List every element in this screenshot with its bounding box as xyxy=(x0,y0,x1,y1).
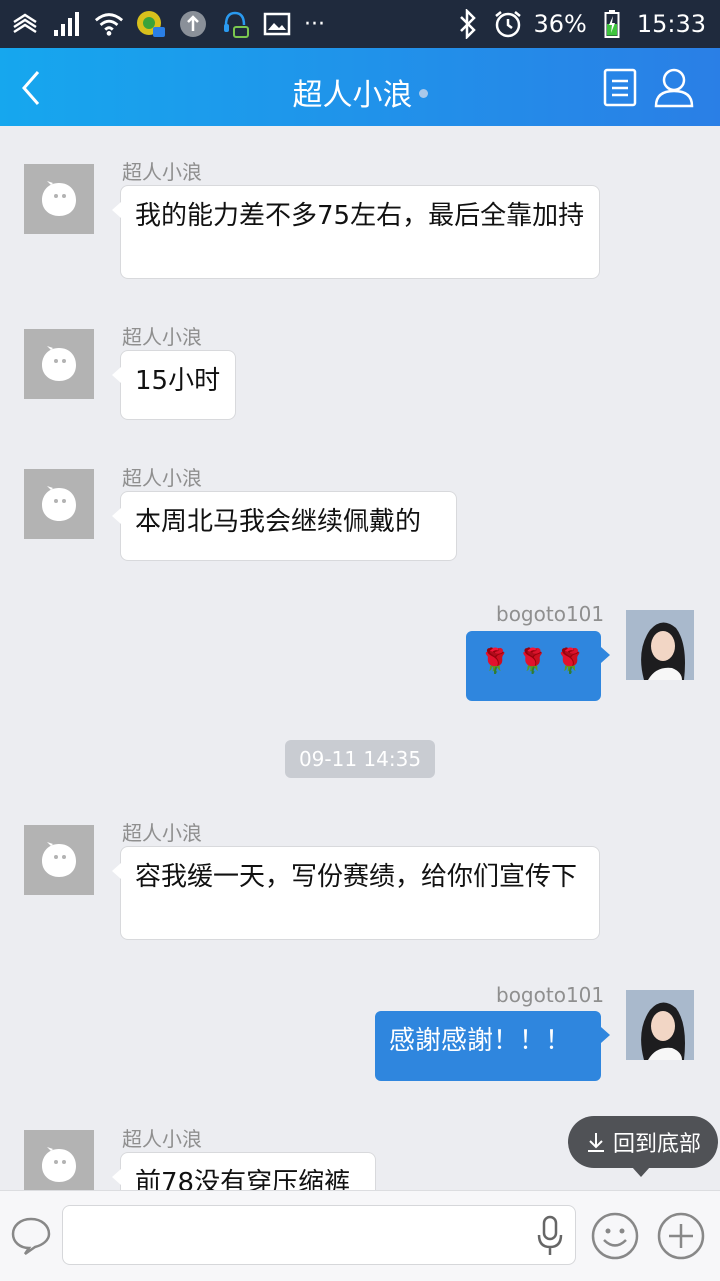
message-bubble[interactable]: 我的能力差不多75左右，最后全靠加持 xyxy=(112,185,600,279)
clock-time: 15:33 xyxy=(636,10,706,38)
timestamp-divider: 09-11 14:35 xyxy=(285,740,435,778)
battery-percent: 36% xyxy=(533,10,587,38)
contact-avatar[interactable] xyxy=(24,329,94,399)
default-avatar-icon xyxy=(42,1147,76,1182)
chat-header: 超人小浪 xyxy=(0,48,720,126)
contact-avatar[interactable] xyxy=(24,825,94,895)
message-bubble[interactable]: 15小时 xyxy=(112,350,236,420)
emoji-button[interactable] xyxy=(590,1211,640,1261)
chat-title-text: 超人小浪 xyxy=(292,78,413,113)
sender-name: 超人小浪 xyxy=(122,466,202,490)
own-avatar[interactable] xyxy=(626,990,694,1060)
sender-name: 超人小浪 xyxy=(122,325,202,349)
more-options-button[interactable] xyxy=(656,1211,706,1261)
sender-name: 超人小浪 xyxy=(122,821,202,845)
upload-icon xyxy=(178,9,208,39)
battery-charging-icon xyxy=(597,9,627,39)
default-avatar-icon xyxy=(42,181,76,216)
own-message-bubble[interactable]: 🌹 🌹 🌹 xyxy=(466,631,610,701)
person-icon xyxy=(654,68,694,108)
chat-info-button[interactable] xyxy=(602,68,640,108)
more-notifications-indicator: ··· xyxy=(304,11,325,37)
default-avatar-icon xyxy=(42,486,76,521)
document-icon xyxy=(603,68,637,107)
contact-profile-button[interactable] xyxy=(652,66,696,110)
sender-name: bogoto101 xyxy=(496,602,605,626)
input-bar xyxy=(0,1190,720,1281)
status-dot xyxy=(418,89,428,98)
sender-name: 超人小浪 xyxy=(122,1127,202,1151)
message-input[interactable] xyxy=(62,1205,576,1265)
profile-photo xyxy=(626,610,694,680)
default-avatar-icon xyxy=(42,346,76,381)
sender-name: 超人小浪 xyxy=(122,160,202,184)
scroll-to-bottom-label: 回到底部 xyxy=(612,1132,701,1157)
microphone-button[interactable] xyxy=(536,1215,564,1257)
speech-bubble-icon xyxy=(11,1217,51,1256)
voice-toggle-button[interactable] xyxy=(8,1213,54,1259)
bluetooth-icon xyxy=(453,9,483,39)
signal-strength-icon xyxy=(52,9,82,39)
contact-avatar[interactable] xyxy=(24,469,94,539)
message-bubble[interactable]: 本周北马我会继续佩戴的 xyxy=(112,491,457,561)
alarm-icon xyxy=(493,9,523,39)
wifi-icon xyxy=(94,9,124,39)
plus-icon xyxy=(657,1212,705,1260)
download-arrow-icon xyxy=(587,1133,604,1152)
app-notification-icon xyxy=(136,9,166,39)
message-bubble[interactable]: 容我缓一天，写份赛绩，给你们宣传下 xyxy=(112,846,600,940)
profile-photo xyxy=(626,990,694,1060)
microphone-icon xyxy=(537,1215,563,1255)
scroll-to-bottom-button[interactable]: 回到底部 xyxy=(568,1116,718,1177)
status-bar: ··· 36% 15:33 xyxy=(0,0,720,48)
image-icon xyxy=(262,9,292,39)
own-message-bubble[interactable]: 感謝感謝！！！ xyxy=(375,1011,610,1081)
mobile-network-icon xyxy=(10,9,40,39)
default-avatar-icon xyxy=(42,842,76,877)
contact-avatar[interactable] xyxy=(24,164,94,234)
qq-notification-icon xyxy=(220,9,250,39)
own-avatar[interactable] xyxy=(626,610,694,680)
smiley-face-icon xyxy=(591,1212,639,1260)
sender-name: bogoto101 xyxy=(496,983,605,1007)
